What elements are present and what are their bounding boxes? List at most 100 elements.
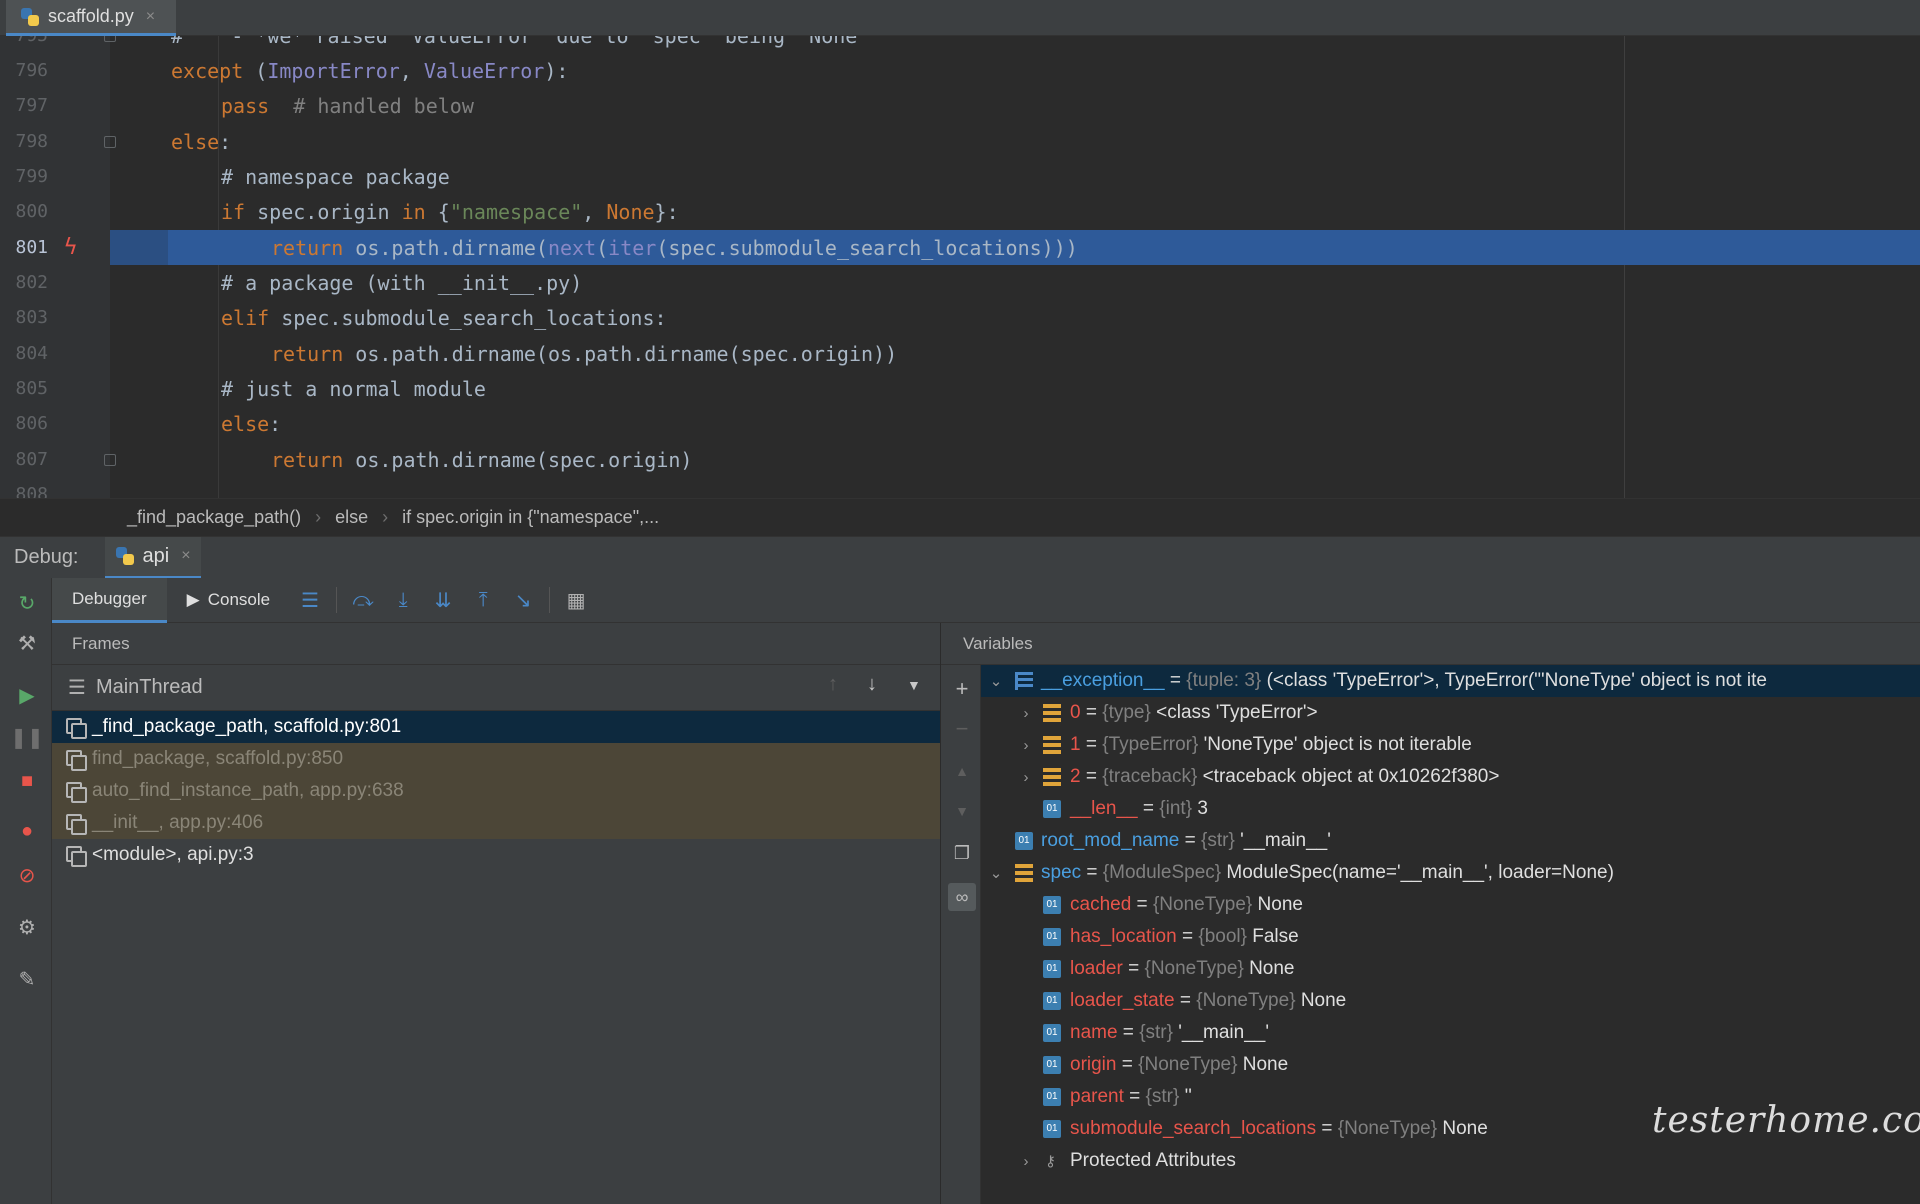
fold-icon[interactable] xyxy=(104,36,116,42)
step-over-icon[interactable]: ⤼ xyxy=(346,583,380,617)
pause-icon[interactable]: ❚❚ xyxy=(10,724,44,750)
variable-row[interactable]: 01 name = {str} '__main__' xyxy=(981,1017,1920,1049)
code-text: except (ImportError, ValueError): xyxy=(171,58,569,83)
watches-glasses-icon[interactable]: ∞ xyxy=(948,883,976,911)
stop-icon[interactable]: ■ xyxy=(14,768,40,794)
remove-watch-icon[interactable]: − xyxy=(948,715,976,743)
add-watch-icon[interactable]: + xyxy=(948,675,976,703)
move-down-icon[interactable]: ▼ xyxy=(948,797,976,825)
code-line: 798 else: xyxy=(0,124,1920,159)
object-icon: 01 xyxy=(1043,1024,1061,1042)
arrow-up-icon[interactable]: ↑ xyxy=(828,673,838,696)
thread-selector[interactable]: ☰ MainThread ↑ ↓ ▼ xyxy=(52,665,940,711)
object-icon: 01 xyxy=(1043,992,1061,1010)
tab-debugger[interactable]: Debugger xyxy=(52,577,167,623)
exception-breakpoint-icon[interactable]: ϟ xyxy=(64,235,77,260)
line-number: 801 xyxy=(15,237,48,259)
variable-name: __len__ xyxy=(1070,798,1138,819)
resume-icon[interactable]: ▶ xyxy=(14,682,40,708)
breadcrumb-item[interactable]: else xyxy=(335,507,368,528)
variable-row[interactable]: 01 __len__ = {int} 3 xyxy=(981,793,1920,825)
variable-value: None xyxy=(1243,958,1295,979)
object-icon: 01 xyxy=(1015,832,1033,850)
variable-name: submodule_search_locations xyxy=(1070,1118,1317,1139)
frame-icon xyxy=(66,814,87,835)
debugger-toolbar: Debugger ▶ Console ☰ ⤼ ⤓ ⇊ ⤒ ↘ ▦ xyxy=(52,577,1920,623)
chevron-right-icon[interactable]: › xyxy=(1019,769,1033,786)
chevron-right-icon[interactable]: › xyxy=(1019,1153,1033,1170)
line-number: 797 xyxy=(15,95,48,117)
frame-item[interactable]: find_package, scaffold.py:850 xyxy=(52,743,940,775)
variable-value: (<class 'TypeError'>, TypeError("'NoneTy… xyxy=(1261,670,1767,691)
variable-row[interactable]: 01 cached = {NoneType} None xyxy=(981,889,1920,921)
variable-row[interactable]: › 0 = {type} <class 'TypeError'> xyxy=(981,697,1920,729)
code-line: 796 except (ImportError, ValueError): xyxy=(0,53,1920,88)
step-into-icon[interactable]: ⤓ xyxy=(386,583,420,617)
variable-name: Protected Attributes xyxy=(1070,1150,1236,1171)
debug-session-tab[interactable]: api × xyxy=(104,536,201,579)
fold-icon[interactable] xyxy=(104,136,116,148)
copy-icon[interactable]: ❐ xyxy=(948,839,976,867)
breadcrumb-item[interactable]: _find_package_path() xyxy=(127,507,301,528)
move-up-icon[interactable]: ▲ xyxy=(948,757,976,785)
evaluate-expression-icon[interactable]: ▦ xyxy=(559,583,593,617)
frame-item[interactable]: __init__, app.py:406 xyxy=(52,807,940,839)
line-number: 796 xyxy=(15,60,48,82)
editor-tab-scaffold[interactable]: scaffold.py × xyxy=(6,0,176,36)
variable-name: name xyxy=(1070,1022,1118,1043)
line-number: 802 xyxy=(15,272,48,294)
rerun-icon[interactable]: ↻ xyxy=(14,590,40,616)
variable-name: root_mod_name xyxy=(1041,830,1180,851)
variable-name: __exception__ xyxy=(1041,670,1165,691)
wrench-icon[interactable]: ⚒ xyxy=(14,630,40,656)
chevron-down-icon[interactable]: ▼ xyxy=(907,677,921,693)
tab-console[interactable]: ▶ Console xyxy=(167,578,290,623)
step-out-icon[interactable]: ⤒ xyxy=(466,583,500,617)
variable-row[interactable]: 01 root_mod_name = {str} '__main__' xyxy=(981,825,1920,857)
frame-label: find_package, scaffold.py:850 xyxy=(92,748,344,769)
gear-icon[interactable]: ⚙ xyxy=(14,914,40,940)
variable-value: <traceback object at 0x10262f380> xyxy=(1197,766,1500,787)
frame-item[interactable]: auto_find_instance_path, app.py:638 xyxy=(52,775,940,807)
arrow-down-icon[interactable]: ↓ xyxy=(867,673,877,696)
frame-item[interactable]: <module>, api.py:3 xyxy=(52,839,940,871)
variable-name: 1 xyxy=(1070,734,1081,755)
show-execution-point-icon[interactable]: ☰ xyxy=(293,583,327,617)
code-line: 804 return os.path.dirname(os.path.dirna… xyxy=(0,336,1920,371)
close-icon[interactable]: × xyxy=(146,8,155,26)
variable-row[interactable]: › 1 = {TypeError} 'NoneType' object is n… xyxy=(981,729,1920,761)
code-text: # a package (with __init__.py) xyxy=(221,270,583,295)
pin-icon[interactable]: ✎ xyxy=(14,966,40,992)
chevron-right-icon[interactable]: › xyxy=(1019,705,1033,722)
chevron-down-icon[interactable]: ⌄ xyxy=(989,864,1003,882)
view-breakpoints-icon[interactable]: ● xyxy=(14,818,40,844)
variable-row[interactable]: ⌄ spec = {ModuleSpec} ModuleSpec(name='_… xyxy=(981,857,1920,889)
close-icon[interactable]: × xyxy=(181,547,190,565)
variable-type: {NoneType} xyxy=(1152,894,1253,915)
field-icon xyxy=(1015,864,1033,882)
variable-row[interactable]: › 2 = {traceback} <traceback object at 0… xyxy=(981,761,1920,793)
variable-row-protected-attributes[interactable]: › ⚷ Protected Attributes xyxy=(981,1145,1920,1177)
run-to-cursor-icon[interactable]: ↘ xyxy=(506,583,540,617)
variable-row[interactable]: 01 loader = {NoneType} None xyxy=(981,953,1920,985)
variable-type: {NoneType} xyxy=(1138,1054,1238,1075)
step-into-my-code-icon[interactable]: ⇊ xyxy=(426,583,460,617)
mute-breakpoints-icon[interactable]: ⊘ xyxy=(14,862,40,888)
frame-item[interactable]: _find_package_path, scaffold.py:801 xyxy=(52,711,940,743)
variable-row[interactable]: ⌄ __exception__ = {tuple: 3} (<class 'Ty… xyxy=(981,665,1920,697)
chevron-down-icon[interactable]: ⌄ xyxy=(989,672,1003,690)
fold-icon[interactable] xyxy=(104,454,116,466)
code-editor[interactable]: 795 # - *we* raised `ValueError` due to … xyxy=(0,36,1920,498)
console-icon: ▶ xyxy=(186,590,200,609)
variables-side-toolbar: + − ▲ ▼ ❐ ∞ xyxy=(941,665,981,1204)
breadcrumb-item[interactable]: if spec.origin in {"namespace",... xyxy=(402,507,659,528)
variable-row[interactable]: 01 has_location = {bool} False xyxy=(981,921,1920,953)
variable-value: ModuleSpec(name='__main__', loader=None) xyxy=(1221,862,1614,883)
field-icon xyxy=(1043,736,1061,754)
field-icon xyxy=(1043,704,1061,722)
chevron-right-icon[interactable]: › xyxy=(1019,737,1033,754)
variable-value: '' xyxy=(1179,1086,1192,1107)
variable-row[interactable]: 01 loader_state = {NoneType} None xyxy=(981,985,1920,1017)
code-text: else: xyxy=(221,411,282,436)
variable-row[interactable]: 01 origin = {NoneType} None xyxy=(981,1049,1920,1081)
